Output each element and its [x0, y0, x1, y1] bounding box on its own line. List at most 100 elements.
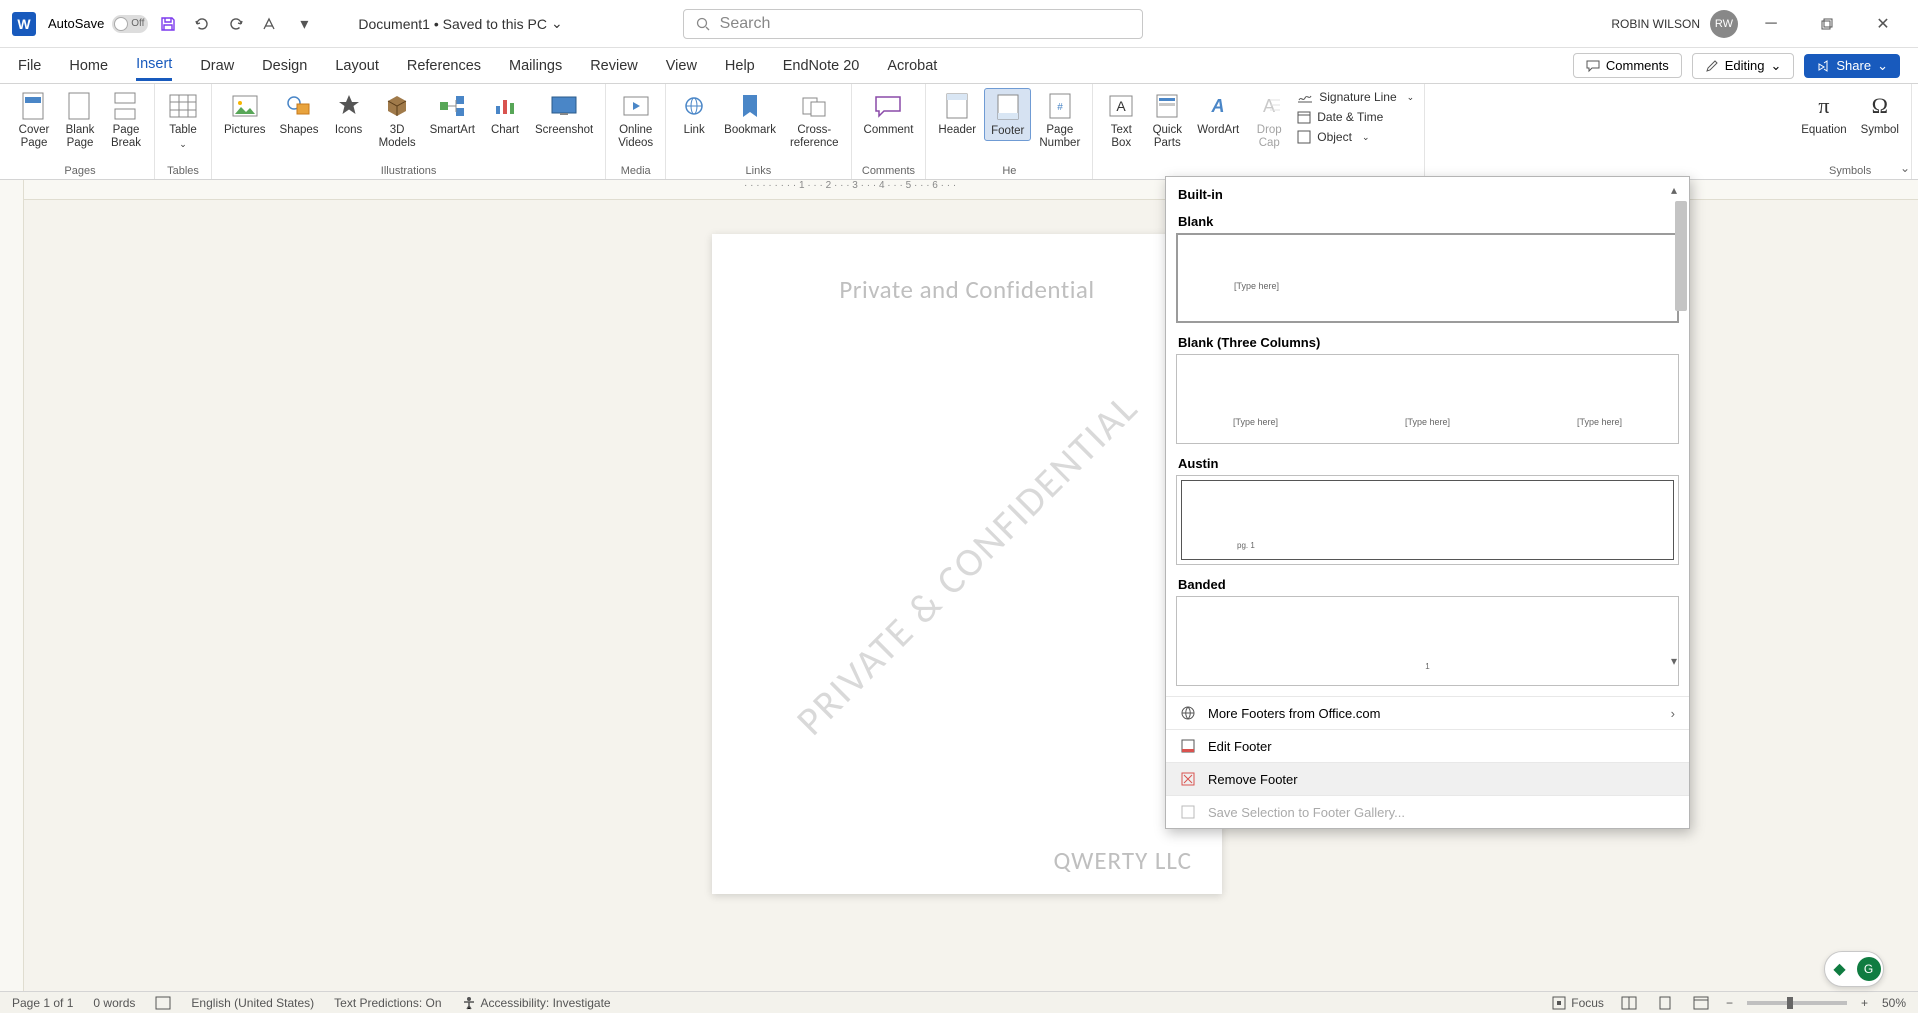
equation-button[interactable]: πEquation	[1795, 88, 1852, 139]
svg-text:A: A	[1263, 96, 1275, 116]
text-box-button[interactable]: AText Box	[1099, 88, 1143, 152]
grammarly-icon[interactable]: G	[1857, 957, 1881, 981]
status-predictions[interactable]: Text Predictions: On	[334, 996, 441, 1010]
remove-footer-menu[interactable]: Remove Footer	[1166, 762, 1689, 795]
more-footers-menu[interactable]: More Footers from Office.com ›	[1166, 696, 1689, 729]
tab-review[interactable]: Review	[590, 52, 638, 80]
footer-button[interactable]: Footer	[984, 88, 1031, 141]
icons-button[interactable]: Icons	[327, 88, 371, 139]
search-input[interactable]: Search	[683, 9, 1143, 39]
group-label-symbols: Symbols	[1829, 163, 1871, 179]
status-bar: Page 1 of 1 0 words English (United Stat…	[0, 991, 1918, 1013]
status-accessibility[interactable]: Accessibility: Investigate	[462, 996, 611, 1010]
blank-page-button[interactable]: Blank Page	[58, 88, 102, 152]
zoom-out-icon[interactable]: −	[1726, 996, 1733, 1010]
link-button[interactable]: Link	[672, 88, 716, 139]
tab-endnote[interactable]: EndNote 20	[783, 52, 860, 80]
comments-button[interactable]: Comments	[1573, 53, 1682, 78]
tab-home[interactable]: Home	[69, 52, 108, 80]
ribbon-collapse-icon[interactable]: ⌄	[1900, 161, 1910, 175]
table-button[interactable]: Table⌄	[161, 88, 205, 152]
gallery-item-austin[interactable]: pg. 1	[1176, 475, 1679, 565]
scroll-up-icon[interactable]: ▴	[1671, 183, 1687, 197]
online-videos-button[interactable]: Online Videos	[612, 88, 659, 152]
zoom-knob[interactable]	[1787, 997, 1793, 1009]
tab-acrobat[interactable]: Acrobat	[887, 52, 937, 80]
zoom-in-icon[interactable]: +	[1861, 996, 1868, 1010]
chevron-down-icon: ⌄	[179, 139, 187, 149]
tab-view[interactable]: View	[666, 52, 697, 80]
editing-button[interactable]: Editing ⌄	[1692, 53, 1795, 79]
minimize-icon[interactable]: ─	[1748, 8, 1794, 40]
group-symbols: πEquation ΩSymbol Symbols	[1789, 84, 1912, 179]
group-headerfooter: Header Footer #Page Number He	[926, 84, 1093, 179]
user-name[interactable]: ROBIN WILSON	[1611, 17, 1700, 31]
symbol-button[interactable]: ΩSymbol	[1855, 88, 1905, 139]
quick-styles-icon[interactable]	[256, 10, 284, 38]
tab-help[interactable]: Help	[725, 52, 755, 80]
smartart-button[interactable]: SmartArt	[424, 88, 481, 139]
3d-models-button[interactable]: 3D Models	[373, 88, 422, 152]
cover-page-button[interactable]: Cover Page	[12, 88, 56, 152]
signature-line-button[interactable]: Signature Line⌄	[1293, 88, 1418, 106]
pictures-button[interactable]: Pictures	[218, 88, 272, 139]
drop-cap-button[interactable]: ADrop Cap	[1247, 88, 1291, 152]
view-read-icon[interactable]	[1618, 994, 1640, 1012]
redo-icon[interactable]	[222, 10, 250, 38]
object-button[interactable]: Object⌄	[1293, 128, 1418, 146]
autosave-toggle[interactable]: Off	[112, 15, 148, 33]
coach-icon[interactable]: ◆	[1828, 957, 1852, 981]
tab-insert[interactable]: Insert	[136, 50, 172, 81]
screenshot-button[interactable]: Screenshot	[529, 88, 599, 139]
edit-footer-menu[interactable]: Edit Footer	[1166, 729, 1689, 762]
document-title[interactable]: Document1 • Saved to this PC ⌄	[358, 15, 562, 32]
close-icon[interactable]: ✕	[1860, 8, 1906, 40]
autosave-control[interactable]: AutoSave Off	[48, 15, 148, 33]
gallery-item-blank[interactable]: [Type here]	[1176, 233, 1679, 323]
status-focus[interactable]: Focus	[1552, 996, 1604, 1010]
tab-file[interactable]: File	[18, 52, 41, 80]
comment-icon	[1586, 59, 1600, 73]
zoom-slider[interactable]	[1747, 1001, 1847, 1005]
tab-draw[interactable]: Draw	[200, 52, 234, 80]
qat-customize-icon[interactable]: ▾	[290, 10, 318, 38]
footer-gallery[interactable]: Built-in Blank [Type here] Blank (Three …	[1166, 177, 1689, 696]
status-words[interactable]: 0 words	[93, 996, 135, 1010]
tab-layout[interactable]: Layout	[335, 52, 379, 80]
comment-button[interactable]: Comment	[858, 88, 920, 139]
tab-references[interactable]: References	[407, 52, 481, 80]
page-number-button[interactable]: #Page Number	[1033, 88, 1086, 152]
tab-design[interactable]: Design	[262, 52, 307, 80]
group-label-tables: Tables	[167, 163, 199, 179]
assist-badge[interactable]: ◆ G	[1824, 951, 1884, 987]
document-page[interactable]: Private and Confidential PRIVATE & CONFI…	[712, 234, 1222, 894]
restore-icon[interactable]	[1804, 8, 1850, 40]
user-avatar[interactable]: RW	[1710, 10, 1738, 38]
save-icon[interactable]	[154, 10, 182, 38]
cross-reference-button[interactable]: Cross- reference	[784, 88, 845, 152]
page-break-button[interactable]: Page Break	[104, 88, 148, 152]
status-page[interactable]: Page 1 of 1	[12, 996, 73, 1010]
header-button[interactable]: Header	[932, 88, 982, 139]
wordart-button[interactable]: AWordArt	[1191, 88, 1245, 139]
gallery-item-banded[interactable]: 1	[1176, 596, 1679, 686]
chart-button[interactable]: Chart	[483, 88, 527, 139]
group-comments: Comment Comments	[852, 84, 927, 179]
tab-mailings[interactable]: Mailings	[509, 52, 562, 80]
share-button[interactable]: Share ⌄	[1804, 54, 1900, 78]
quick-parts-button[interactable]: Quick Parts	[1145, 88, 1189, 152]
zoom-level[interactable]: 50%	[1882, 996, 1906, 1010]
status-spellcheck-icon[interactable]	[155, 996, 171, 1010]
autosave-state: Off	[131, 18, 144, 29]
bookmark-button[interactable]: Bookmark	[718, 88, 782, 139]
shapes-button[interactable]: Shapes	[274, 88, 325, 139]
view-print-icon[interactable]	[1654, 994, 1676, 1012]
view-web-icon[interactable]	[1690, 994, 1712, 1012]
scroll-down-icon[interactable]: ▾	[1671, 654, 1687, 668]
undo-icon[interactable]	[188, 10, 216, 38]
scroll-thumb[interactable]	[1675, 201, 1687, 311]
status-language[interactable]: English (United States)	[191, 996, 314, 1010]
date-time-button[interactable]: Date & Time	[1293, 108, 1418, 126]
vertical-ruler[interactable]	[0, 180, 24, 997]
gallery-item-blank3[interactable]: [Type here] [Type here] [Type here]	[1176, 354, 1679, 444]
